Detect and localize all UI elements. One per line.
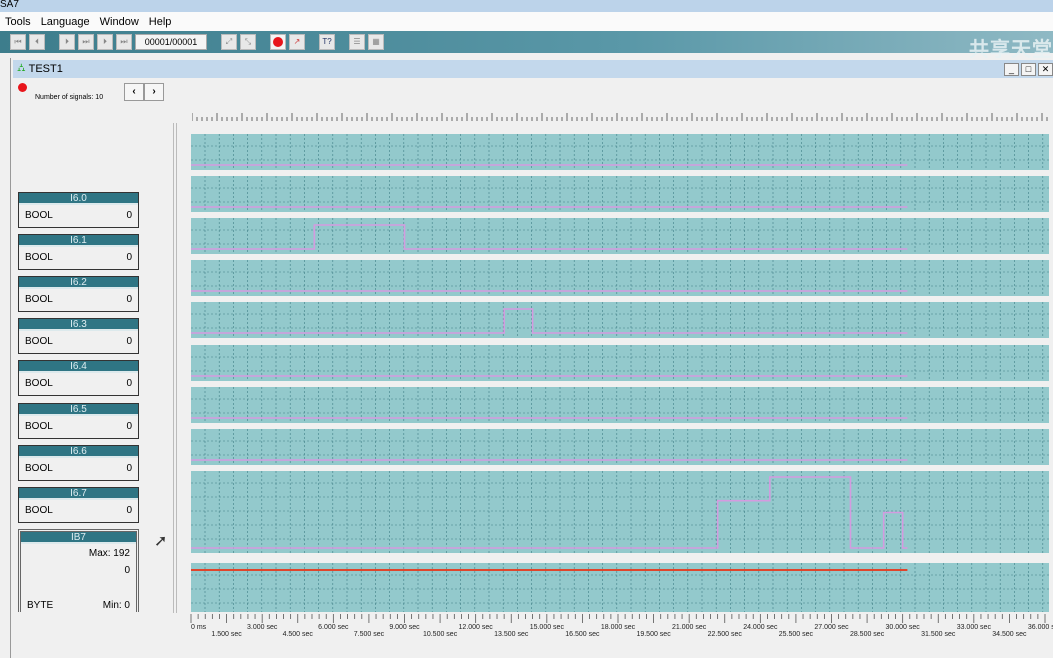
axis-tick-label: 16.500 sec (565, 631, 600, 638)
axis-tick-label: 7.500 sec (354, 631, 385, 638)
axis-tick-label: 30.000 sec (886, 624, 921, 631)
waveform-area: 0 ms 1.500 sec 3.000 sec 4.500 sec 6.000 sec… (190, 134, 1053, 638)
axis-tick-label: 1.500 sec (211, 631, 242, 638)
axis-tick-label: 9.000 sec (389, 624, 420, 631)
axis-tick-label: 22.500 sec (708, 631, 743, 638)
axis-tick-label: 0 ms (191, 624, 207, 631)
axis-tick-label: 18.000 sec (601, 624, 636, 631)
axis-tick-label: 19.500 sec (636, 631, 671, 638)
axis-tick-label: 3.000 sec (247, 624, 278, 631)
axis-tick-label: 12.000 sec (459, 624, 494, 631)
axis-tick-label: 25.500 sec (779, 631, 814, 638)
axis-tick-label: 28.500 sec (850, 631, 885, 638)
axis-tick-label: 31.500 sec (921, 631, 956, 638)
axis-tick-label: 27.000 sec (814, 624, 849, 631)
axis-tick-label: 15.000 sec (530, 624, 565, 631)
axis-tick-label: 4.500 sec (283, 631, 314, 638)
axis-tick-label: 21.000 sec (672, 624, 707, 631)
axis-tick-label: 34.500 sec (992, 631, 1027, 638)
axis-tick-label: 6.000 sec (318, 624, 349, 631)
axis-tick-label: 36.000 sec (1028, 624, 1053, 631)
axis-tick-label: 33.000 sec (957, 624, 992, 631)
axis-tick-label: 24.000 sec (743, 624, 778, 631)
mouse-cursor-icon: ➚ (154, 533, 168, 550)
axis-tick-label: 10.500 sec (423, 631, 458, 638)
axis-tick-label: 13.500 sec (494, 631, 529, 638)
